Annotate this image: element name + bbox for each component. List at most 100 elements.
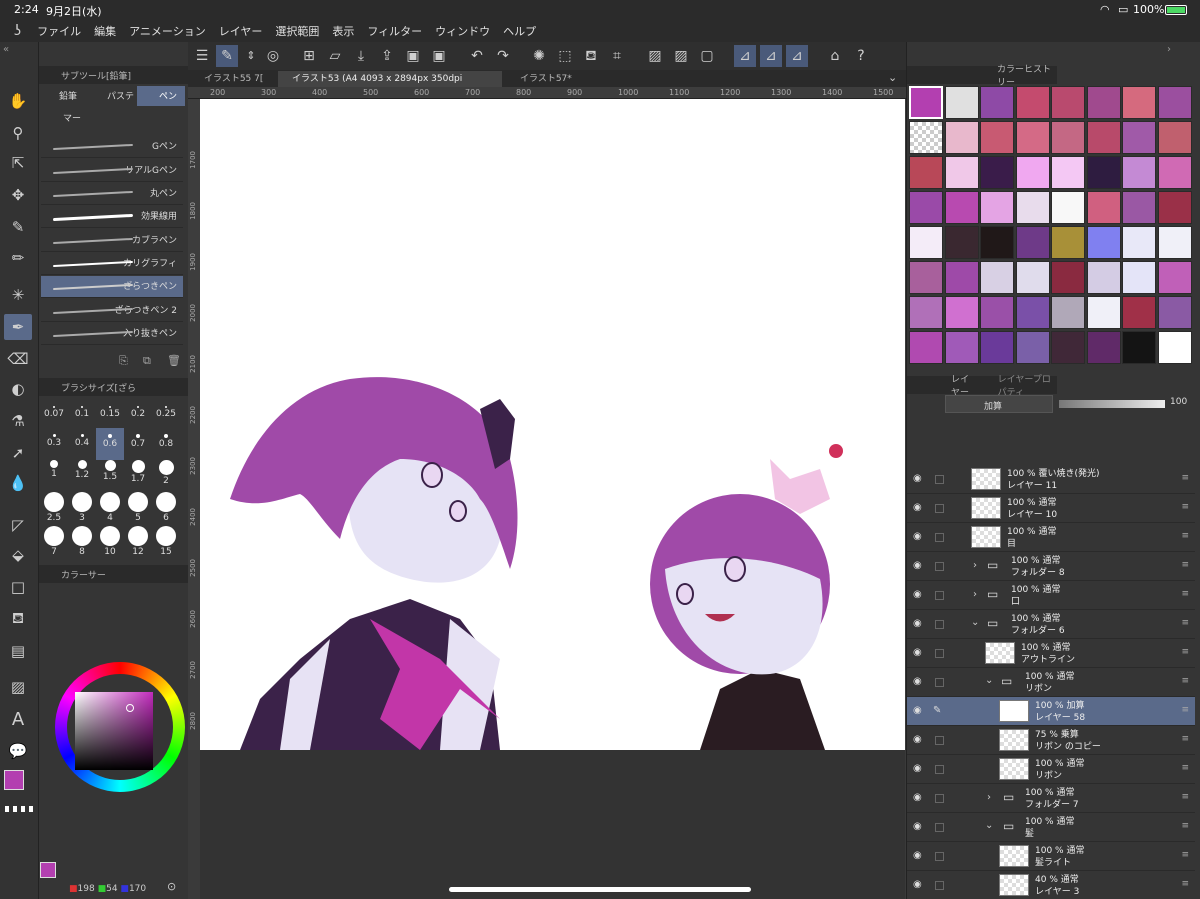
color-history-swatch[interactable] <box>1051 191 1085 224</box>
drag-handle-icon[interactable]: ≡ <box>1181 821 1189 831</box>
color-history-swatch[interactable] <box>1051 296 1085 329</box>
size-2[interactable]: 2 <box>152 458 180 490</box>
menu-window[interactable]: ウィンドウ <box>435 23 490 39</box>
brush-calligraphy[interactable]: カリグラフィ <box>41 253 183 275</box>
gradient-icon[interactable]: ▨ <box>4 674 32 700</box>
menu-selection[interactable]: 選択範囲 <box>275 23 319 39</box>
transparent-color-icon[interactable] <box>5 806 33 812</box>
color-history-swatch[interactable] <box>1051 226 1085 259</box>
new-file-icon[interactable]: ⊞ <box>298 45 320 67</box>
eye-icon[interactable]: ◉ <box>913 531 925 543</box>
menu-view[interactable]: 表示 <box>332 23 354 39</box>
color-history-swatch[interactable] <box>1122 156 1156 189</box>
folder-row[interactable]: ◉ ⌄ ▭ 100 % 通常 フォルダー 6 ≡ <box>907 610 1195 639</box>
eye-icon[interactable]: ◉ <box>913 589 925 601</box>
tab-pastel[interactable]: パステ <box>89 86 137 106</box>
bucket-icon[interactable]: ⛾ <box>4 606 32 632</box>
layer-checkbox[interactable] <box>935 475 944 484</box>
color-history-swatch[interactable] <box>1086 191 1121 224</box>
tab-illust-57[interactable]: イラスト57* <box>506 71 592 87</box>
color-history-swatch[interactable] <box>1157 156 1192 189</box>
open-folder-icon[interactable]: ▱ <box>324 45 346 67</box>
snap-grid-icon[interactable]: ⊿ <box>786 45 808 67</box>
size-15[interactable]: 15 <box>152 526 180 558</box>
folder-row[interactable]: ◉ › ▭ 100 % 通常 フォルダー 8 ≡ <box>907 552 1195 581</box>
drag-handle-icon[interactable]: ≡ <box>1181 618 1189 628</box>
color-history-swatch[interactable] <box>1015 156 1050 189</box>
ruler-snap-icon[interactable]: ⊿ <box>734 45 756 67</box>
layer-checkbox[interactable] <box>935 765 944 774</box>
eye-icon[interactable]: ◉ <box>913 734 925 746</box>
object-select-icon[interactable]: ⇱ <box>4 150 32 176</box>
magic-wand-icon[interactable]: ✳ <box>4 282 32 308</box>
color-history-swatch[interactable] <box>1051 261 1085 294</box>
tab-pen[interactable]: ペン <box>137 86 185 106</box>
tab-illust-55[interactable]: イラスト55 7[ <box>190 71 272 87</box>
jpg-icon[interactable]: ▣ <box>402 45 424 67</box>
layer-row[interactable]: ◉ 100 % 通常目 ≡ <box>907 523 1195 552</box>
color-history-swatch[interactable] <box>980 86 1014 119</box>
color-history-swatch[interactable] <box>1086 121 1121 154</box>
size-1.7[interactable]: 1.7 <box>124 458 152 490</box>
size-1[interactable]: 1 <box>40 458 68 490</box>
color-history-swatch[interactable] <box>980 156 1014 189</box>
color-history-swatch[interactable] <box>1157 261 1192 294</box>
color-history-swatch[interactable] <box>1086 156 1121 189</box>
eye-icon[interactable]: ◉ <box>913 618 925 630</box>
color-history-swatch[interactable] <box>909 86 943 119</box>
color-history-swatch[interactable] <box>1157 226 1192 259</box>
menu-filter[interactable]: フィルター <box>367 23 422 39</box>
size-12[interactable]: 12 <box>124 526 152 558</box>
color-history-swatch[interactable] <box>980 226 1014 259</box>
color-history-swatch[interactable] <box>1122 296 1156 329</box>
rectangle-icon[interactable]: □ <box>4 574 32 600</box>
color-history-swatch[interactable] <box>1086 226 1121 259</box>
redo-icon[interactable]: ↷ <box>492 45 514 67</box>
eyedropper-icon[interactable]: ✎ <box>4 214 32 240</box>
color-history-swatch[interactable] <box>1015 86 1050 119</box>
save-icon[interactable]: ⤓ <box>350 45 372 67</box>
folder-row[interactable]: ◉ › ▭ 100 % 通常 フォルダー 7 ≡ <box>907 784 1195 813</box>
color-history-swatch[interactable] <box>944 296 979 329</box>
undo-icon[interactable]: ↶ <box>466 45 488 67</box>
help-icon[interactable]: ? <box>850 45 872 67</box>
layer-row[interactable]: ◉ 100 % 通常 アウトライン ≡ <box>907 639 1195 668</box>
brush-round-pen[interactable]: 丸ペン <box>41 183 183 205</box>
blend-icon[interactable]: ◐ <box>4 376 32 402</box>
layer-checkbox[interactable] <box>935 620 944 629</box>
drag-handle-icon[interactable]: ≡ <box>1181 531 1189 541</box>
layer-checkbox[interactable] <box>935 852 944 861</box>
hand-icon[interactable]: ✋ <box>4 88 32 114</box>
color-history-swatch[interactable] <box>944 331 979 364</box>
color-history-swatch[interactable] <box>909 296 943 329</box>
chevron-right-icon[interactable]: › <box>973 560 977 571</box>
color-picker-handle[interactable] <box>126 704 134 712</box>
size-0.6[interactable]: 0.6 <box>96 428 124 460</box>
color-history-swatch[interactable] <box>1015 226 1050 259</box>
select-all-icon[interactable]: ▨ <box>644 45 666 67</box>
drag-handle-icon[interactable]: ≡ <box>1181 792 1189 802</box>
eye-icon[interactable]: ◉ <box>913 473 925 485</box>
eye-icon[interactable]: ◉ <box>913 676 925 688</box>
main-color-swatch[interactable] <box>4 770 24 790</box>
collapse-left-icon[interactable]: « <box>3 44 9 55</box>
chevron-down-icon[interactable]: ⌄ <box>971 617 979 628</box>
layer-checkbox[interactable] <box>935 649 944 658</box>
loading-icon[interactable]: ✺ <box>528 45 550 67</box>
balloon-icon[interactable]: 💬 <box>4 738 32 764</box>
copy-subtool-icon[interactable]: ⎘ <box>119 354 128 368</box>
brush-g-pen[interactable]: Gペン <box>41 136 183 158</box>
tab-pencil[interactable]: 鉛筆 <box>41 86 89 106</box>
drag-handle-icon[interactable]: ≡ <box>1181 879 1189 889</box>
size-2.5[interactable]: 2.5 <box>40 492 68 524</box>
color-history-swatch[interactable] <box>909 156 943 189</box>
crop-icon[interactable]: ⌗ <box>606 45 628 67</box>
drag-handle-icon[interactable]: ≡ <box>1181 647 1189 657</box>
color-history-swatch[interactable] <box>1051 86 1085 119</box>
color-history-swatch[interactable] <box>980 191 1014 224</box>
move-icon[interactable]: ✥ <box>4 182 32 208</box>
brush-rough-pen[interactable]: ざらつきペン <box>41 276 183 298</box>
folder-row[interactable]: ◉ ⌄ ▭ 100 % 通常髪 ≡ <box>907 813 1195 842</box>
blend-mode-select[interactable]: 加算 <box>945 395 1053 413</box>
size-1.5[interactable]: 1.5 <box>96 458 124 490</box>
